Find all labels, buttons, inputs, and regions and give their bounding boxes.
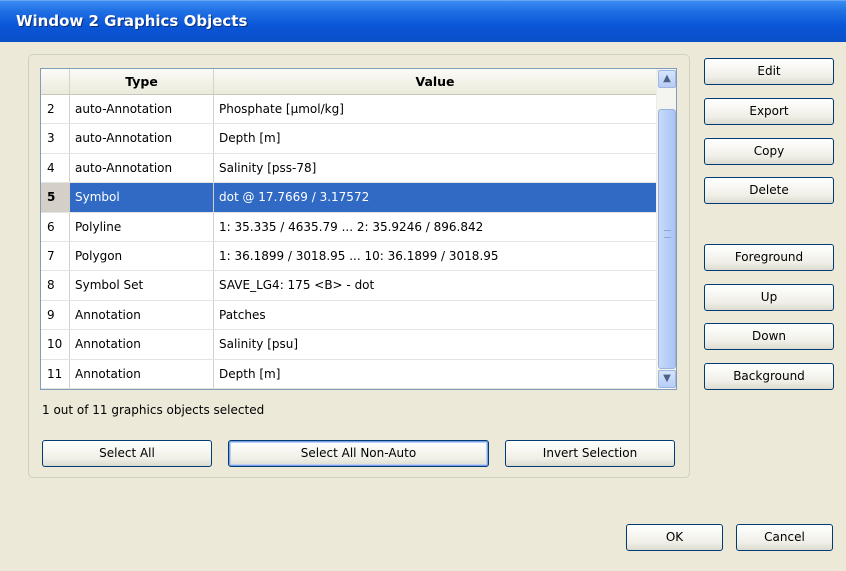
- cell-type[interactable]: Polygon: [70, 241, 214, 271]
- table-row[interactable]: 5 Symbol dot @ 17.7669 / 3.17572: [41, 183, 656, 213]
- row-number[interactable]: 8: [41, 271, 70, 300]
- cell-value[interactable]: Depth [m]: [214, 124, 656, 152]
- cell-value[interactable]: Phosphate [µmol/kg]: [214, 95, 656, 123]
- cell-value[interactable]: 1: 35.335 / 4635.79 ... 2: 35.9246 / 896…: [214, 213, 656, 241]
- cell-type[interactable]: Symbol: [70, 183, 214, 212]
- table-row[interactable]: 7 Polygon 1: 36.1899 / 3018.95 ... 10: 36.…: [41, 241, 656, 272]
- scrollbar-thumb[interactable]: [658, 109, 676, 369]
- select-all-button[interactable]: Select All: [42, 440, 212, 467]
- row-number[interactable]: 2: [41, 95, 70, 124]
- table-row[interactable]: 9 Annotation Patches: [41, 300, 656, 331]
- table-row[interactable]: 11 Annotation Depth [m]: [41, 359, 656, 389]
- table-row[interactable]: 10 Annotation Salinity [psu]: [41, 330, 656, 360]
- cell-value[interactable]: Salinity [pss-78]: [214, 154, 656, 182]
- background-button[interactable]: Background: [704, 363, 834, 390]
- row-number[interactable]: 11: [41, 359, 70, 388]
- row-number[interactable]: 5: [41, 183, 70, 212]
- column-header-type[interactable]: Type: [70, 69, 214, 95]
- row-number[interactable]: 9: [41, 300, 70, 330]
- cell-type[interactable]: auto-Annotation: [70, 124, 214, 153]
- row-number[interactable]: 7: [41, 241, 70, 271]
- cell-value[interactable]: Patches: [214, 301, 656, 329]
- cell-value[interactable]: Depth [m]: [214, 360, 656, 388]
- ok-button[interactable]: OK: [626, 524, 723, 551]
- table-row[interactable]: 8 Symbol Set SAVE_LG4: 175 <B> - dot: [41, 271, 656, 301]
- up-button[interactable]: Up: [704, 284, 834, 311]
- cancel-button[interactable]: Cancel: [736, 524, 833, 551]
- cell-type[interactable]: Annotation: [70, 330, 214, 359]
- row-number[interactable]: 6: [41, 212, 70, 241]
- vertical-scrollbar[interactable]: ▲ ▼: [656, 69, 676, 389]
- table-header: Type Value: [41, 69, 656, 95]
- table-row[interactable]: 4 auto-Annotation Salinity [pss-78]: [41, 153, 656, 184]
- foreground-button[interactable]: Foreground: [704, 244, 834, 271]
- delete-button[interactable]: Delete: [704, 177, 834, 204]
- cell-type[interactable]: Annotation: [70, 359, 214, 388]
- table-row[interactable]: 6 Polyline 1: 35.335 / 4635.79 ... 2: 35.9…: [41, 212, 656, 242]
- row-number[interactable]: 3: [41, 124, 70, 153]
- column-header-value[interactable]: Value: [214, 69, 656, 95]
- row-number[interactable]: 4: [41, 153, 70, 183]
- scroll-down-arrow-icon[interactable]: ▼: [658, 370, 676, 388]
- window-title: Window 2 Graphics Objects: [16, 12, 248, 30]
- cell-type[interactable]: Symbol Set: [70, 271, 214, 300]
- select-all-non-auto-button[interactable]: Select All Non-Auto: [228, 440, 489, 467]
- graphics-objects-table[interactable]: Type Value 2 auto-Annotation Phosphate [µm…: [40, 68, 677, 390]
- copy-button[interactable]: Copy: [704, 138, 834, 165]
- cell-type[interactable]: Polyline: [70, 212, 214, 241]
- invert-selection-button[interactable]: Invert Selection: [505, 440, 675, 467]
- row-number-header: [41, 69, 70, 95]
- cell-value[interactable]: SAVE_LG4: 175 <B> - dot: [214, 271, 656, 299]
- title-bar[interactable]: Window 2 Graphics Objects: [0, 0, 846, 42]
- row-number[interactable]: 10: [41, 330, 70, 359]
- edit-button[interactable]: Edit: [704, 58, 834, 85]
- cell-value[interactable]: Salinity [psu]: [214, 330, 656, 358]
- export-button[interactable]: Export: [704, 98, 834, 125]
- cell-value[interactable]: 1: 36.1899 / 3018.95 ... 10: 36.1899 / 3…: [214, 242, 656, 270]
- thumb-grip-icon: [664, 230, 671, 238]
- cell-value[interactable]: dot @ 17.7669 / 3.17572: [214, 183, 656, 212]
- table-body: 2 auto-Annotation Phosphate [µmol/kg] 3 auto…: [41, 95, 656, 389]
- cell-type[interactable]: Annotation: [70, 300, 214, 330]
- down-button[interactable]: Down: [704, 323, 834, 350]
- table-row[interactable]: 2 auto-Annotation Phosphate [µmol/kg]: [41, 95, 656, 125]
- scroll-up-arrow-icon[interactable]: ▲: [658, 70, 676, 88]
- cell-type[interactable]: auto-Annotation: [70, 95, 214, 124]
- cell-type[interactable]: auto-Annotation: [70, 153, 214, 183]
- selection-status-text: 1 out of 11 graphics objects selected: [42, 403, 265, 417]
- table-row[interactable]: 3 auto-Annotation Depth [m]: [41, 124, 656, 154]
